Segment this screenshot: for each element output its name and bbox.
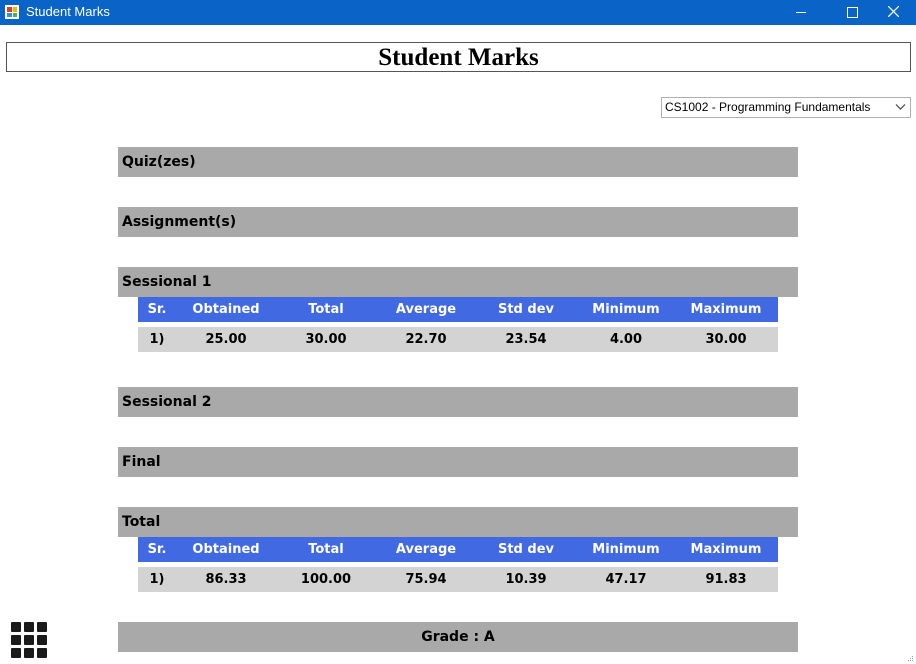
column-header: Std dev — [497, 302, 554, 317]
table-cell: 30.00 — [305, 332, 347, 347]
column-header: Obtained — [192, 302, 260, 317]
title-bar: Student Marks — [0, 0, 916, 25]
page-title: Student Marks — [378, 44, 539, 71]
section-total[interactable]: Total — [118, 507, 798, 537]
table-cell: 100.00 — [300, 572, 352, 587]
section-final[interactable]: Final — [118, 447, 798, 477]
section-quizzes[interactable]: Quiz(zes) — [118, 147, 798, 177]
column-header: Total — [308, 542, 344, 557]
minimize-button[interactable] — [778, 0, 824, 25]
column-header: Maximum — [690, 542, 762, 557]
column-header: Maximum — [690, 302, 762, 317]
column-header: Std dev — [497, 542, 554, 557]
table-cell: 4.00 — [609, 332, 643, 347]
grade-bar: Grade : A — [118, 622, 798, 652]
section-sessional-1[interactable]: Sessional 1 — [118, 267, 798, 297]
table-cell: 86.33 — [205, 572, 247, 587]
table-cell: 23.54 — [505, 332, 547, 347]
window-title: Student Marks — [26, 4, 110, 19]
page-heading-box: Student Marks — [6, 42, 911, 72]
column-header: Average — [395, 302, 457, 317]
course-dropdown-value: CS1002 - Programming Fundamentals — [665, 100, 871, 114]
close-icon — [888, 6, 899, 17]
column-header: Sr. — [147, 542, 167, 557]
section-sessional-2[interactable]: Sessional 2 — [118, 387, 798, 417]
course-dropdown[interactable]: CS1002 - Programming Fundamentals — [661, 97, 911, 118]
table-header: Sr. Obtained Total Average Std dev Minim… — [138, 537, 778, 562]
table-cell: 25.00 — [205, 332, 247, 347]
table-cell: 22.70 — [405, 332, 447, 347]
resize-grip-icon[interactable] — [906, 654, 914, 662]
table-cell: 30.00 — [705, 332, 747, 347]
table-row: 1) 25.00 30.00 22.70 23.54 4.00 30.00 — [138, 327, 778, 352]
table-cell: 1) — [149, 572, 165, 587]
table-cell: 47.17 — [605, 572, 647, 587]
column-header: Total — [308, 302, 344, 317]
table-cell: 10.39 — [505, 572, 547, 587]
table-cell: 1) — [149, 332, 165, 347]
section-assignments[interactable]: Assignment(s) — [118, 207, 798, 237]
chevron-down-icon — [895, 104, 906, 110]
app-icon[interactable] — [5, 5, 19, 19]
total-table: Sr. Obtained Total Average Std dev Minim… — [138, 537, 778, 592]
sessional-1-table: Sr. Obtained Total Average Std dev Minim… — [138, 297, 778, 352]
table-header: Sr. Obtained Total Average Std dev Minim… — [138, 297, 778, 322]
column-header: Obtained — [192, 542, 260, 557]
column-header: Average — [395, 542, 457, 557]
table-cell: 91.83 — [705, 572, 747, 587]
column-header: Minimum — [592, 542, 660, 557]
table-row: 1) 86.33 100.00 75.94 10.39 47.17 91.83 — [138, 567, 778, 592]
table-cell: 75.94 — [405, 572, 447, 587]
column-header: Minimum — [592, 302, 660, 317]
grid-menu-icon[interactable] — [11, 622, 47, 658]
close-button[interactable] — [870, 0, 916, 25]
column-header: Sr. — [147, 302, 167, 317]
maximize-button[interactable] — [829, 0, 875, 25]
